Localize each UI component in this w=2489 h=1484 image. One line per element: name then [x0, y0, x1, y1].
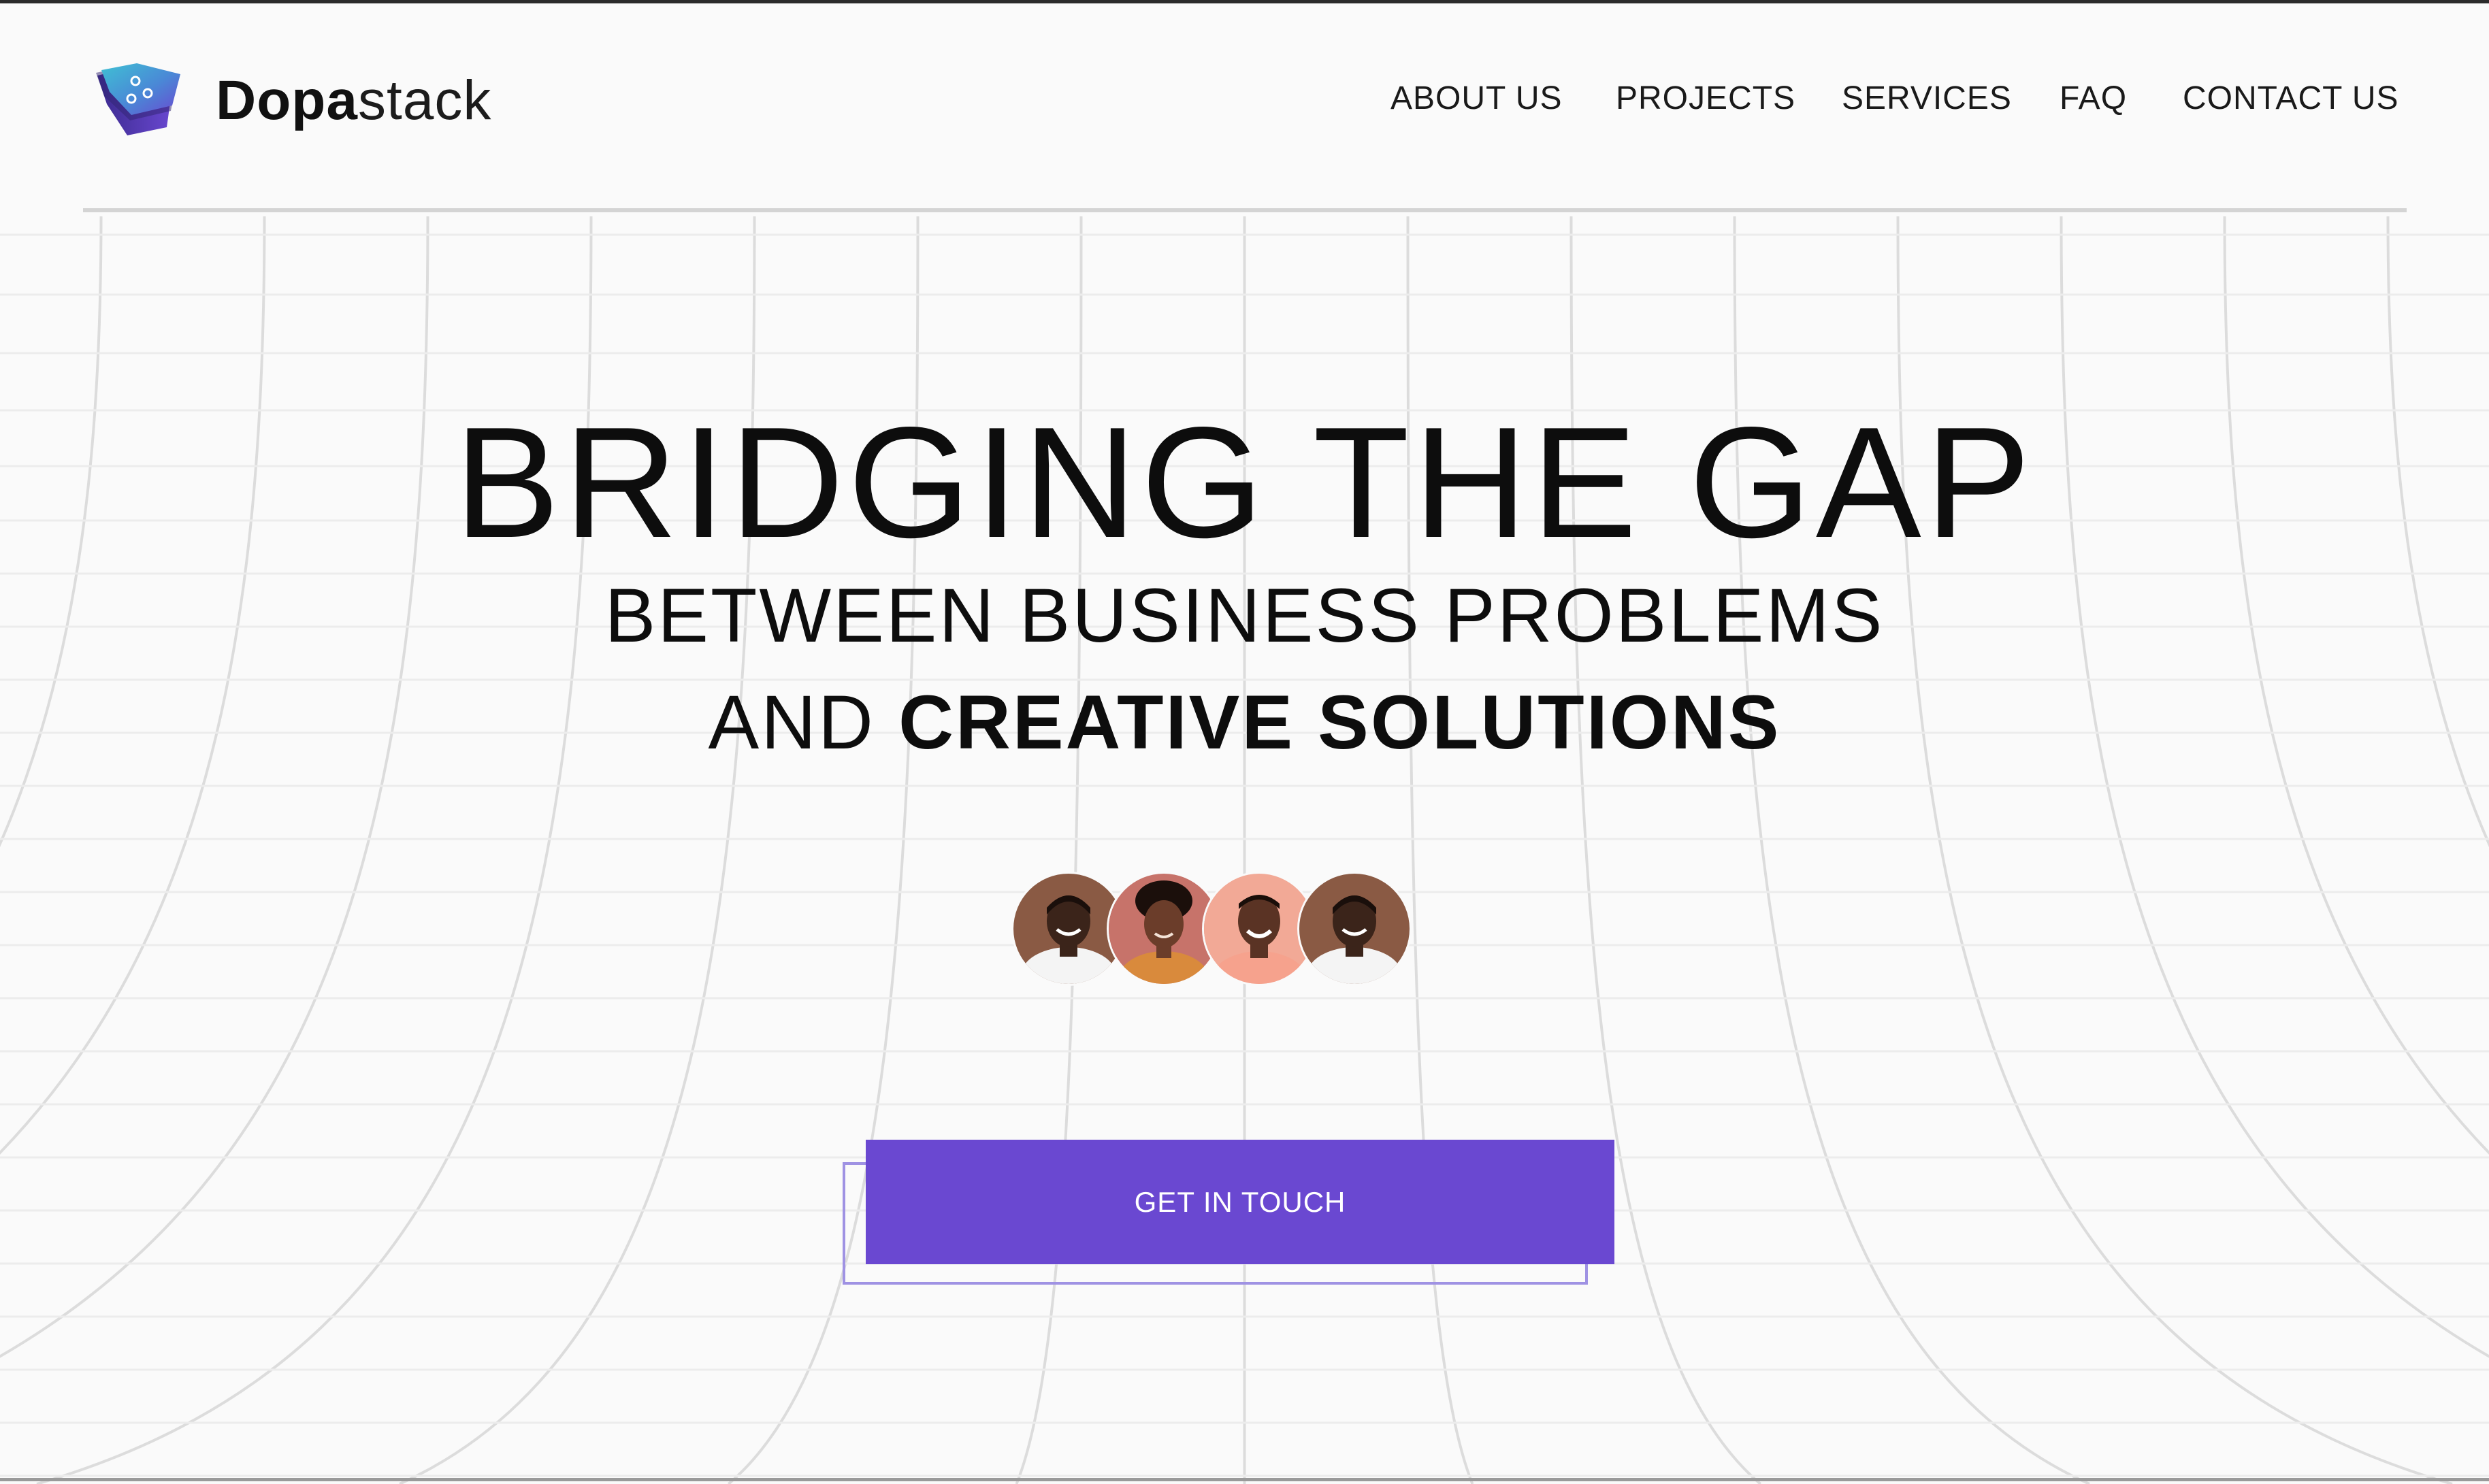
header-divider	[83, 208, 2407, 212]
nav-faq[interactable]: FAQ	[2060, 75, 2127, 122]
nav-projects[interactable]: PROJECTS	[1616, 75, 1795, 122]
hero-subtitle-line-2: AND CREATIVE SOLUTIONS	[0, 678, 2489, 767]
avatar-photo-4	[1299, 874, 1410, 984]
hero-subtitle-light: AND	[708, 680, 899, 765]
avatar	[1297, 872, 1412, 986]
hero-subtitle-bold: CREATIVE SOLUTIONS	[898, 680, 1781, 765]
cta-group: GET IN TOUCH	[843, 1140, 1615, 1286]
nav-contact-us[interactable]: CONTACT US	[2183, 75, 2399, 122]
team-avatar-stack	[1011, 872, 1413, 989]
site-header: Dopastack ABOUT US PROJECTS SERVICES FAQ…	[0, 0, 2489, 214]
main-nav: ABOUT US PROJECTS SERVICES FAQ CONTACT U…	[0, 75, 2489, 122]
get-in-touch-button[interactable]: GET IN TOUCH	[866, 1140, 1614, 1264]
bottom-border	[0, 1478, 2489, 1481]
hero-subtitle-line-1: BETWEEN BUSINESS PROBLEMS	[604, 573, 1885, 658]
nav-about-us[interactable]: ABOUT US	[1390, 75, 1563, 122]
nav-services[interactable]: SERVICES	[1842, 75, 2012, 122]
hero-title: BRIDGING THE GAP	[454, 395, 2035, 571]
